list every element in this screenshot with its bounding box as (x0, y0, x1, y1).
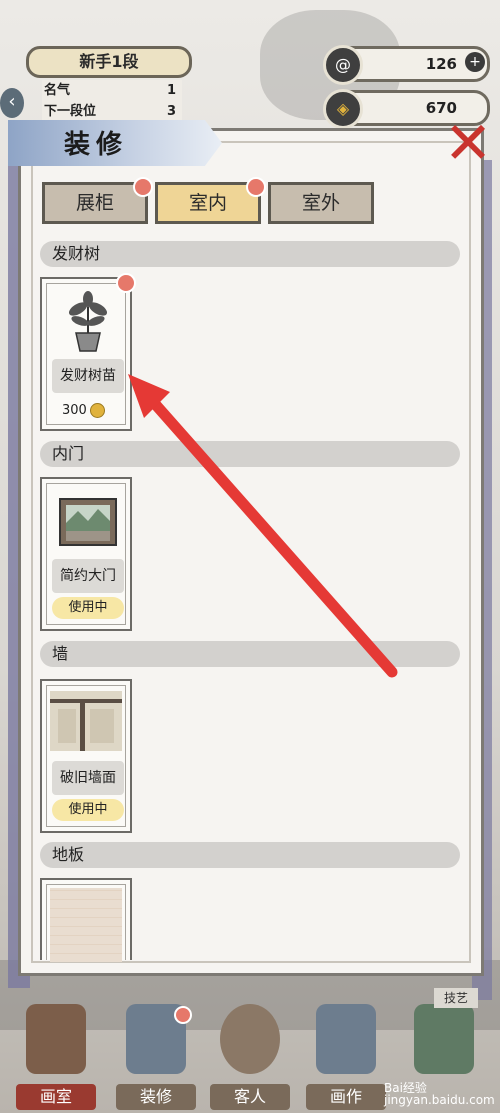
notification-dot (174, 1006, 192, 1024)
nav-label: 画室 (16, 1084, 96, 1110)
nav-paintings[interactable]: 画作 (306, 998, 386, 1110)
nav-studio[interactable]: 画室 (16, 998, 96, 1110)
skill-tag: 技艺 (434, 988, 478, 1008)
guest-icon (220, 1004, 280, 1074)
nav-decoration[interactable]: 装修 (116, 998, 196, 1110)
brush-icon (414, 1004, 474, 1074)
studio-icon (26, 1004, 86, 1074)
annotation-arrow (128, 374, 398, 678)
watermark: Bai经验 jingyan.baidu.com (384, 1081, 495, 1107)
nav-label: 客人 (210, 1084, 290, 1110)
painting-icon (316, 1004, 376, 1074)
nav-label: 装修 (116, 1084, 196, 1110)
nav-label: 画作 (306, 1084, 386, 1110)
nav-guests[interactable]: 客人 (210, 998, 290, 1110)
